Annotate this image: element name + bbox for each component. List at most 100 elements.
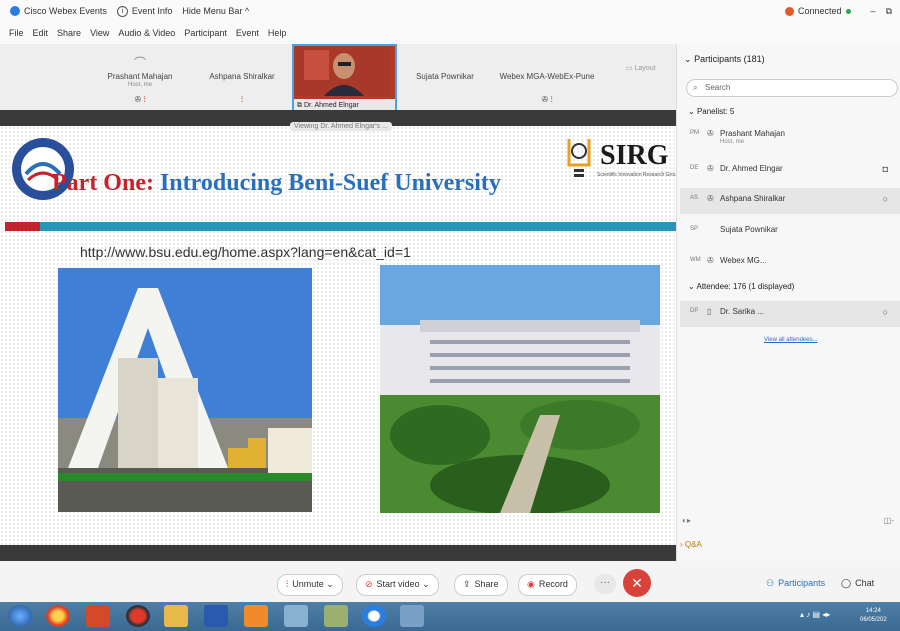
menu-help[interactable]: Help [268, 28, 287, 38]
mic-muted-icon: ⫶ [550, 95, 553, 104]
paint-icon[interactable] [324, 605, 348, 627]
avatar: PM [690, 130, 699, 136]
audio-icon: ✇ [707, 256, 714, 265]
leave-meeting-button[interactable]: ✕ [623, 569, 651, 597]
participant-search-input[interactable]: ⌕ Search [686, 79, 898, 97]
menu-view[interactable]: View [90, 28, 109, 38]
share-button[interactable]: ⇪ Share [454, 574, 508, 596]
info-icon: i [116, 5, 128, 17]
video-tile-sujata[interactable]: Sujata Pownikar [395, 44, 495, 110]
participant-row[interactable]: WM ✇ Webex MG... [680, 250, 900, 276]
webex-logo-icon [10, 6, 20, 16]
network-icon[interactable] [284, 605, 308, 627]
minimize-button[interactable]: – [871, 6, 876, 16]
chrome-icon[interactable] [46, 605, 70, 627]
audio-icon: ✇ [707, 129, 714, 138]
attendees-section[interactable]: ⌄ Attendee: 176 (1 displayed) [688, 282, 794, 291]
search-icon: ⌕ [693, 83, 698, 92]
tile-status-icons: ✇ ⫶ [90, 95, 190, 105]
event-info-button[interactable]: i Event Info [116, 5, 172, 17]
chevron-down-icon: ⌄ [688, 107, 695, 116]
unmute-button[interactable]: ⫶ Unmute ⌄ [277, 574, 343, 596]
connection-icon [785, 6, 794, 16]
slide-red-stripe [5, 222, 40, 231]
participant-row[interactable]: DP ▯ Dr. Sarika ... ○ [680, 301, 900, 327]
system-tray-icons[interactable]: ▴ ♪ ▤ ◂▸ [800, 610, 830, 619]
layout-button[interactable]: ▭ Layout [626, 64, 656, 72]
menu-event[interactable]: Event [236, 28, 259, 38]
video-tile-prashant[interactable]: ⌒ Prashant Mahajan Host, me ✇ ⫶ [90, 44, 190, 110]
audio-icon: ✇ [134, 95, 142, 104]
more-options-icon[interactable]: ○ [883, 307, 888, 317]
mic-muted-icon: ⫶ [143, 95, 146, 104]
participant-row[interactable]: AS ✇ Ashpana Shiralkar ○ [680, 188, 900, 214]
phone-icon: ▯ [707, 307, 712, 316]
chevron-down-icon: ⌄ [326, 579, 334, 589]
participants-header[interactable]: ⌄ Participants (181) [684, 54, 765, 65]
audio-icon: ✇ [541, 95, 549, 104]
qa-section[interactable]: › Q&A [680, 540, 702, 549]
chevron-down-icon: ⌄ [684, 54, 692, 64]
monument-photo [58, 268, 312, 512]
record-button[interactable]: ◉ Record [518, 574, 577, 596]
campus-photo [380, 265, 660, 513]
sirg-logo-text: SIRG [600, 140, 669, 171]
video-tile-ashpana[interactable]: Ashpana Shiralkar ⫶ [192, 44, 292, 110]
mic-muted-icon: ⫶ [286, 579, 289, 589]
snipping-tool-icon[interactable] [400, 605, 424, 627]
hand-icon: ⌒ [134, 56, 147, 70]
menu-participant[interactable]: Participant [184, 28, 227, 38]
restore-button[interactable]: ⧉ [886, 6, 892, 17]
view-all-attendees-link[interactable]: View all attendees... [764, 337, 818, 343]
start-video-button[interactable]: ⊘ Start video ⌄ [356, 574, 439, 596]
connection-status[interactable]: Connected [785, 6, 851, 16]
audio-icon: ✇ [707, 164, 714, 173]
participant-row[interactable]: DE ✇ Dr. Ahmed Elngar ◘ [680, 158, 900, 184]
chevron-right-icon: › [680, 540, 683, 549]
word-icon[interactable] [204, 605, 228, 627]
panel-menu-icon[interactable]: ◫- [884, 516, 894, 525]
chat-icon: ◯ [841, 578, 852, 588]
participant-video-icon [294, 46, 391, 96]
collapse-icon[interactable]: ◐▸ [682, 516, 691, 525]
chat-toggle-button[interactable]: ◯ Chat [833, 574, 882, 594]
app-icon[interactable] [244, 605, 268, 627]
video-tile-ahmed[interactable]: ⧉ Dr. Ahmed Elngar [292, 44, 397, 114]
menu-edit[interactable]: Edit [33, 28, 49, 38]
title-bar: Cisco Webex Events i Event Info Hide Men… [0, 0, 900, 22]
layout-icon: ▭ [626, 65, 633, 72]
menu-share[interactable]: Share [57, 28, 81, 38]
avatar: AS [690, 195, 699, 201]
more-button[interactable]: ··· [594, 574, 616, 594]
menu-bar: File Edit Share View Audio & Video Parti… [0, 22, 900, 44]
screen-share-icon: ⧉ [297, 102, 302, 109]
avatar: DE [690, 165, 699, 171]
menu-file[interactable]: File [9, 28, 24, 38]
slide-teal-stripe [40, 222, 676, 231]
media-player-icon[interactable] [126, 605, 150, 627]
powerpoint-icon[interactable] [86, 605, 110, 627]
hide-menu-bar-button[interactable]: Hide Menu Bar ^ [182, 6, 249, 16]
avatar: DP [690, 308, 699, 314]
menu-audio-video[interactable]: Audio & Video [118, 28, 175, 38]
video-tile-webex-mga[interactable]: Webex MGA-WebEx-Pune ✇ ⫶ [497, 44, 597, 110]
share-bottom-bar [0, 545, 676, 561]
sirg-subtitle: Scientific Innovation Research Group [597, 172, 680, 178]
webex-taskbar-icon[interactable] [362, 605, 386, 627]
chevron-down-icon: ⌄ [688, 282, 695, 291]
participants-toggle-button[interactable]: ⚇ Participants [758, 574, 833, 594]
close-icon: ✕ [631, 575, 643, 591]
taskbar-clock[interactable]: 14:24 06/05/202 [860, 607, 887, 625]
mic-muted-icon: ⫶ [241, 95, 243, 104]
audio-icon: ✇ [707, 194, 714, 203]
participant-row[interactable]: PM ✇ Prashant Mahajan Host, me [680, 123, 900, 149]
status-dot-icon [845, 8, 851, 14]
avatar: WM [690, 257, 701, 263]
app-title[interactable]: Cisco Webex Events [10, 6, 107, 16]
start-button-icon[interactable] [8, 605, 32, 627]
more-options-icon[interactable]: ○ [883, 194, 888, 204]
video-camera-icon: ◘ [882, 164, 888, 174]
file-explorer-icon[interactable] [164, 605, 188, 627]
panelists-section[interactable]: ⌄ Panelist: 5 [688, 107, 734, 116]
participant-row[interactable]: SP Sujata Pownikar [680, 219, 900, 245]
